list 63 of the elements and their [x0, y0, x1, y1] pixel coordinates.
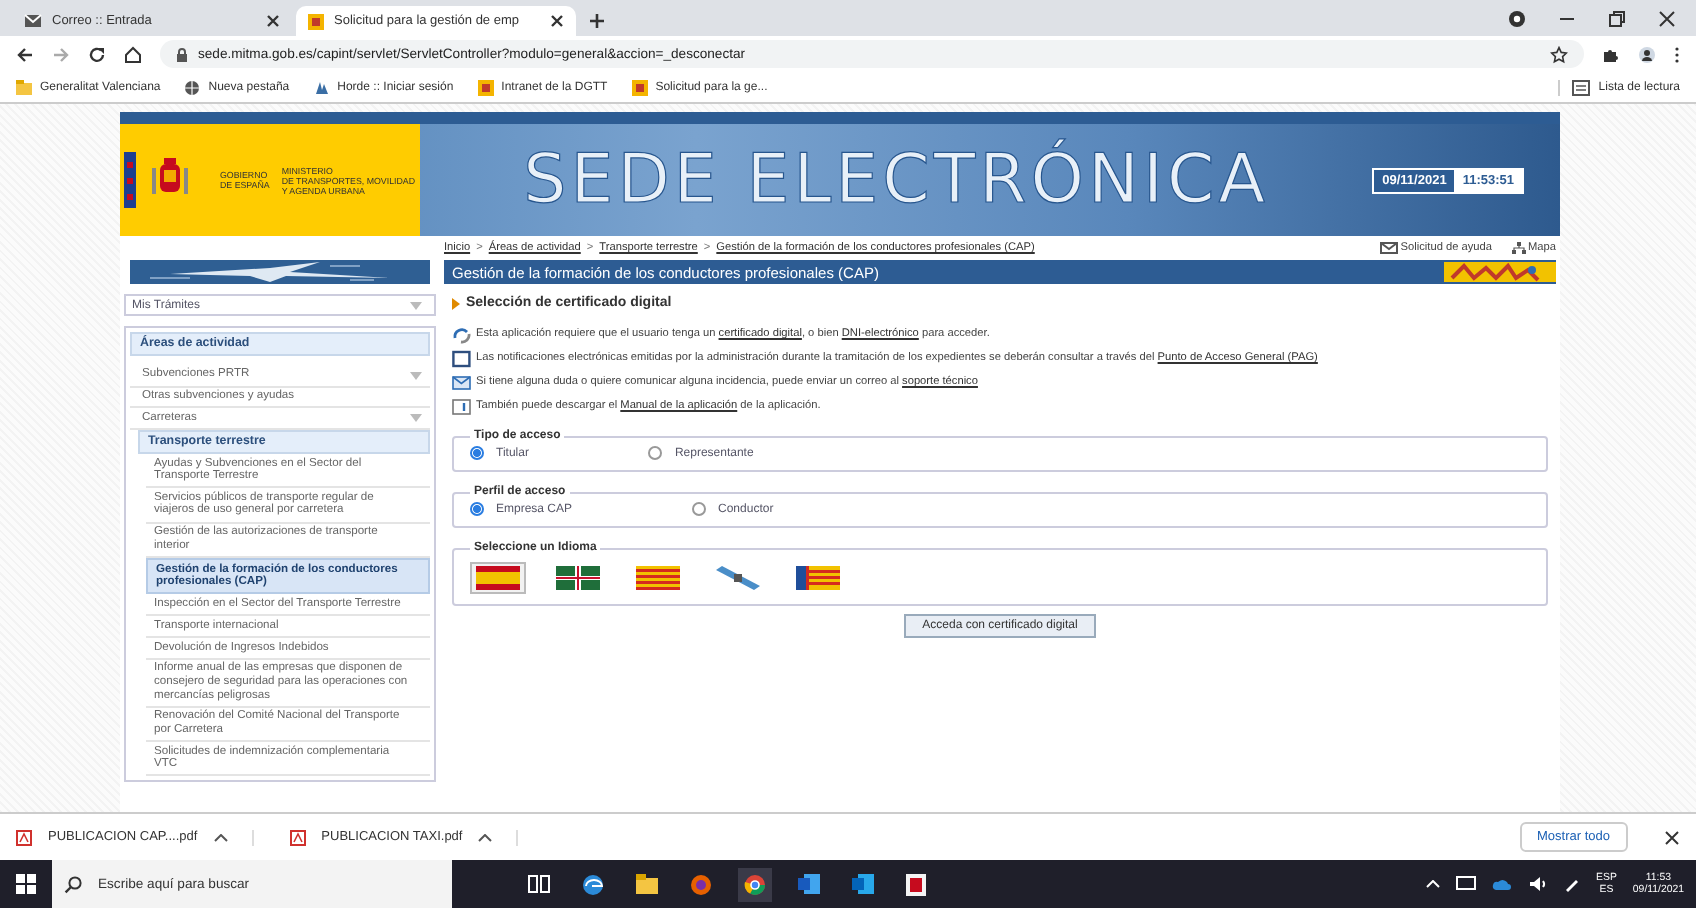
flag-button[interactable]	[470, 562, 526, 594]
cloud-icon[interactable]	[1492, 878, 1513, 890]
lock-icon	[176, 47, 188, 61]
flag-icon	[476, 566, 520, 590]
windows-icon[interactable]	[16, 874, 36, 894]
chevron-up-icon[interactable]	[1426, 880, 1441, 888]
caret-up-icon	[213, 833, 228, 841]
list-icon	[1572, 79, 1591, 95]
close-icon[interactable]	[1658, 9, 1676, 27]
pdf-icon	[16, 829, 32, 845]
star-icon[interactable]	[1550, 45, 1568, 63]
decorative-banner-drawing	[1444, 262, 1556, 282]
puzzle-icon[interactable]	[1602, 45, 1620, 63]
caret-icon	[410, 371, 422, 380]
reload-icon[interactable]	[88, 45, 106, 63]
mail-icon	[452, 374, 472, 392]
new-tab-icon[interactable]	[588, 12, 606, 30]
pen-icon[interactable]	[1564, 876, 1581, 892]
close-icon[interactable]	[1664, 829, 1680, 845]
sitemap-icon	[1512, 242, 1526, 254]
flag-button[interactable]	[790, 562, 846, 594]
search-icon[interactable]	[64, 875, 82, 893]
flag-button[interactable]	[630, 562, 686, 594]
profile-icon[interactable]	[1638, 45, 1656, 63]
more-icon[interactable]	[1674, 45, 1680, 63]
refresh-icon	[452, 326, 472, 344]
close-icon[interactable]	[266, 14, 280, 28]
frame-icon	[452, 350, 472, 368]
flag-icon	[636, 566, 680, 590]
flag-icon	[716, 566, 760, 590]
browser-icon[interactable]	[582, 873, 604, 895]
back-icon[interactable]	[16, 45, 34, 63]
caret-up-icon	[478, 833, 493, 841]
folder-icon	[16, 79, 32, 95]
flag-icon	[556, 566, 600, 590]
site-title: SEDE ELECTRÓNICA	[521, 140, 1271, 220]
speaker-icon[interactable]	[1528, 876, 1549, 892]
task-view-icon[interactable]	[528, 874, 550, 894]
caret-icon	[410, 414, 422, 423]
radio-button[interactable]	[648, 446, 663, 460]
emblem-app-icon[interactable]	[906, 873, 926, 895]
folder-icon[interactable]	[636, 874, 658, 894]
browser-icon[interactable]	[744, 873, 766, 895]
pdf-icon	[289, 829, 306, 845]
mail-app-icon[interactable]	[852, 874, 874, 894]
mail-icon	[1380, 242, 1399, 254]
document-app-icon[interactable]	[798, 874, 820, 894]
site-icon	[477, 79, 494, 95]
radio-button[interactable]	[470, 502, 484, 516]
caret-icon	[410, 301, 422, 309]
flag-button[interactable]	[550, 562, 606, 594]
globe-icon	[184, 79, 201, 95]
network-icon[interactable]	[1456, 876, 1477, 892]
radio-button[interactable]	[692, 502, 707, 516]
close-icon[interactable]	[550, 14, 564, 28]
home-icon[interactable]	[124, 45, 142, 63]
radio-button[interactable]	[470, 446, 484, 460]
chevron-icon	[452, 297, 460, 309]
site-icon	[308, 13, 324, 29]
restore-icon[interactable]	[1608, 9, 1626, 27]
flag-icon	[796, 566, 840, 590]
site-icon	[631, 79, 648, 95]
mail-icon	[24, 14, 42, 28]
